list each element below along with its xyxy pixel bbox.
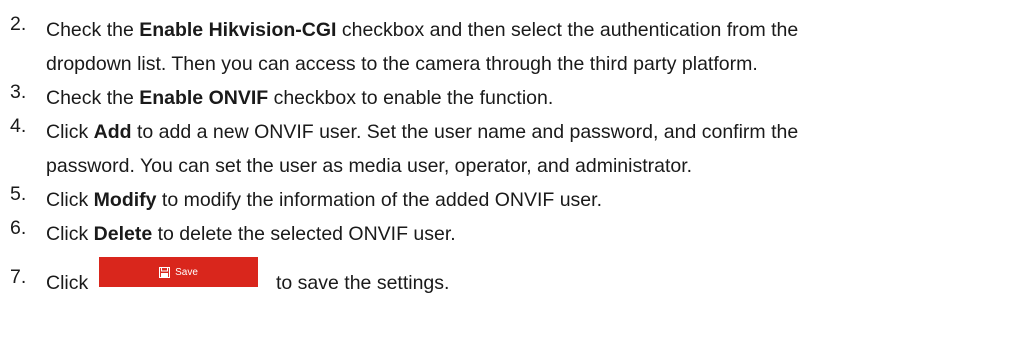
ui-term-modify: Modify <box>93 189 157 211</box>
step-4: 4. Click Add to add a new ONVIF user. Se… <box>10 115 798 183</box>
step-7: 7. Click Save to save the settings. <box>10 257 449 300</box>
ui-term-delete: Delete <box>93 223 153 245</box>
step-line: Click Delete to delete the selected ONVI… <box>46 223 456 245</box>
step-line: Click Modify to modify the information o… <box>46 189 602 211</box>
step-5: 5. Click Modify to modify the informatio… <box>10 183 602 217</box>
step-2: 2. Check the Enable Hikvision-CGI checkb… <box>10 13 798 81</box>
step-number: 6. <box>10 217 27 239</box>
step-line: password. You can set the user as media … <box>46 155 693 177</box>
step-line: dropdown list. Then you can access to th… <box>46 53 758 75</box>
ui-term-enable-onvif: Enable ONVIF <box>139 87 269 109</box>
step-number: 4. <box>10 115 27 137</box>
ui-term-enable-hikvision-cgi: Enable Hikvision-CGI <box>139 19 337 41</box>
step-line: to save the settings. <box>276 272 450 294</box>
document-page: { "steps": [ { "number": "2.", "lines": … <box>0 0 1027 358</box>
save-button[interactable]: Save <box>99 257 258 287</box>
save-button-label: Save <box>175 266 198 278</box>
step-line: Check the Enable Hikvision-CGI checkbox … <box>46 19 799 41</box>
step-line: Check the Enable ONVIF checkbox to enabl… <box>46 87 554 109</box>
ui-term-add: Add <box>93 121 132 143</box>
step-number: 5. <box>10 183 27 205</box>
step-3: 3. Check the Enable ONVIF checkbox to en… <box>10 81 553 115</box>
step-6: 6. Click Delete to delete the selected O… <box>10 217 456 251</box>
step-number: 2. <box>10 13 27 35</box>
step-line: Click Add to add a new ONVIF user. Set t… <box>46 121 799 143</box>
step-number: 3. <box>10 81 27 103</box>
step-line: Click <box>46 272 89 294</box>
floppy-disk-icon <box>159 266 171 278</box>
step-number: 7. <box>10 266 27 288</box>
